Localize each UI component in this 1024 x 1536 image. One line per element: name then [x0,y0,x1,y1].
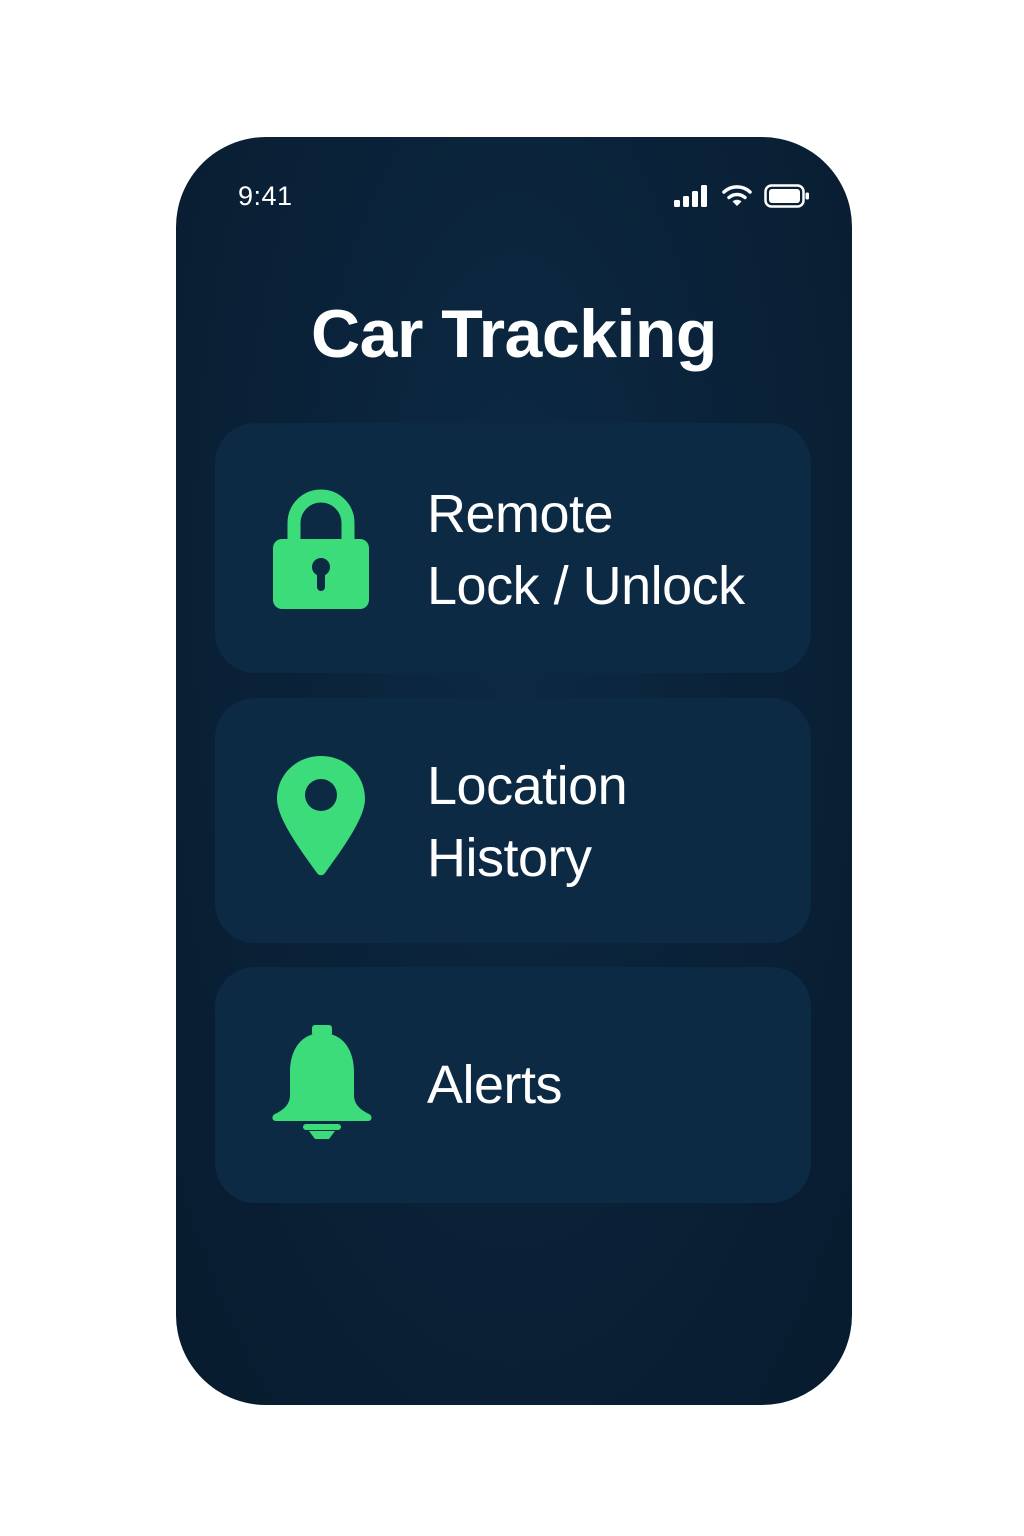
phone-screen: 9:41 Car Tracking Remote Lock / Unlock L… [176,137,852,1405]
label-line: Remote [427,484,614,544]
status-icons [674,183,810,209]
label-line: Location [427,756,628,816]
remote-lock-unlock-label: Remote Lock / Unlock [427,478,745,622]
location-pin-icon [275,754,367,883]
lock-icon [271,487,371,616]
location-history-button[interactable]: Location History [215,698,811,943]
location-history-label: Location History [427,750,628,894]
alerts-button[interactable]: Alerts [215,967,811,1203]
label-line: Alerts [427,1055,563,1115]
wifi-icon [722,184,752,208]
page-title: Car Tracking [311,296,717,372]
signal-icon [674,185,710,207]
alerts-label: Alerts [427,1049,563,1121]
remote-lock-unlock-button[interactable]: Remote Lock / Unlock [215,423,811,673]
status-bar: 9:41 [176,137,852,257]
bell-icon [271,1025,373,1146]
label-line: History [427,828,592,888]
status-time: 9:41 [238,181,293,211]
label-line: Lock / Unlock [427,556,745,616]
battery-icon [764,184,810,208]
